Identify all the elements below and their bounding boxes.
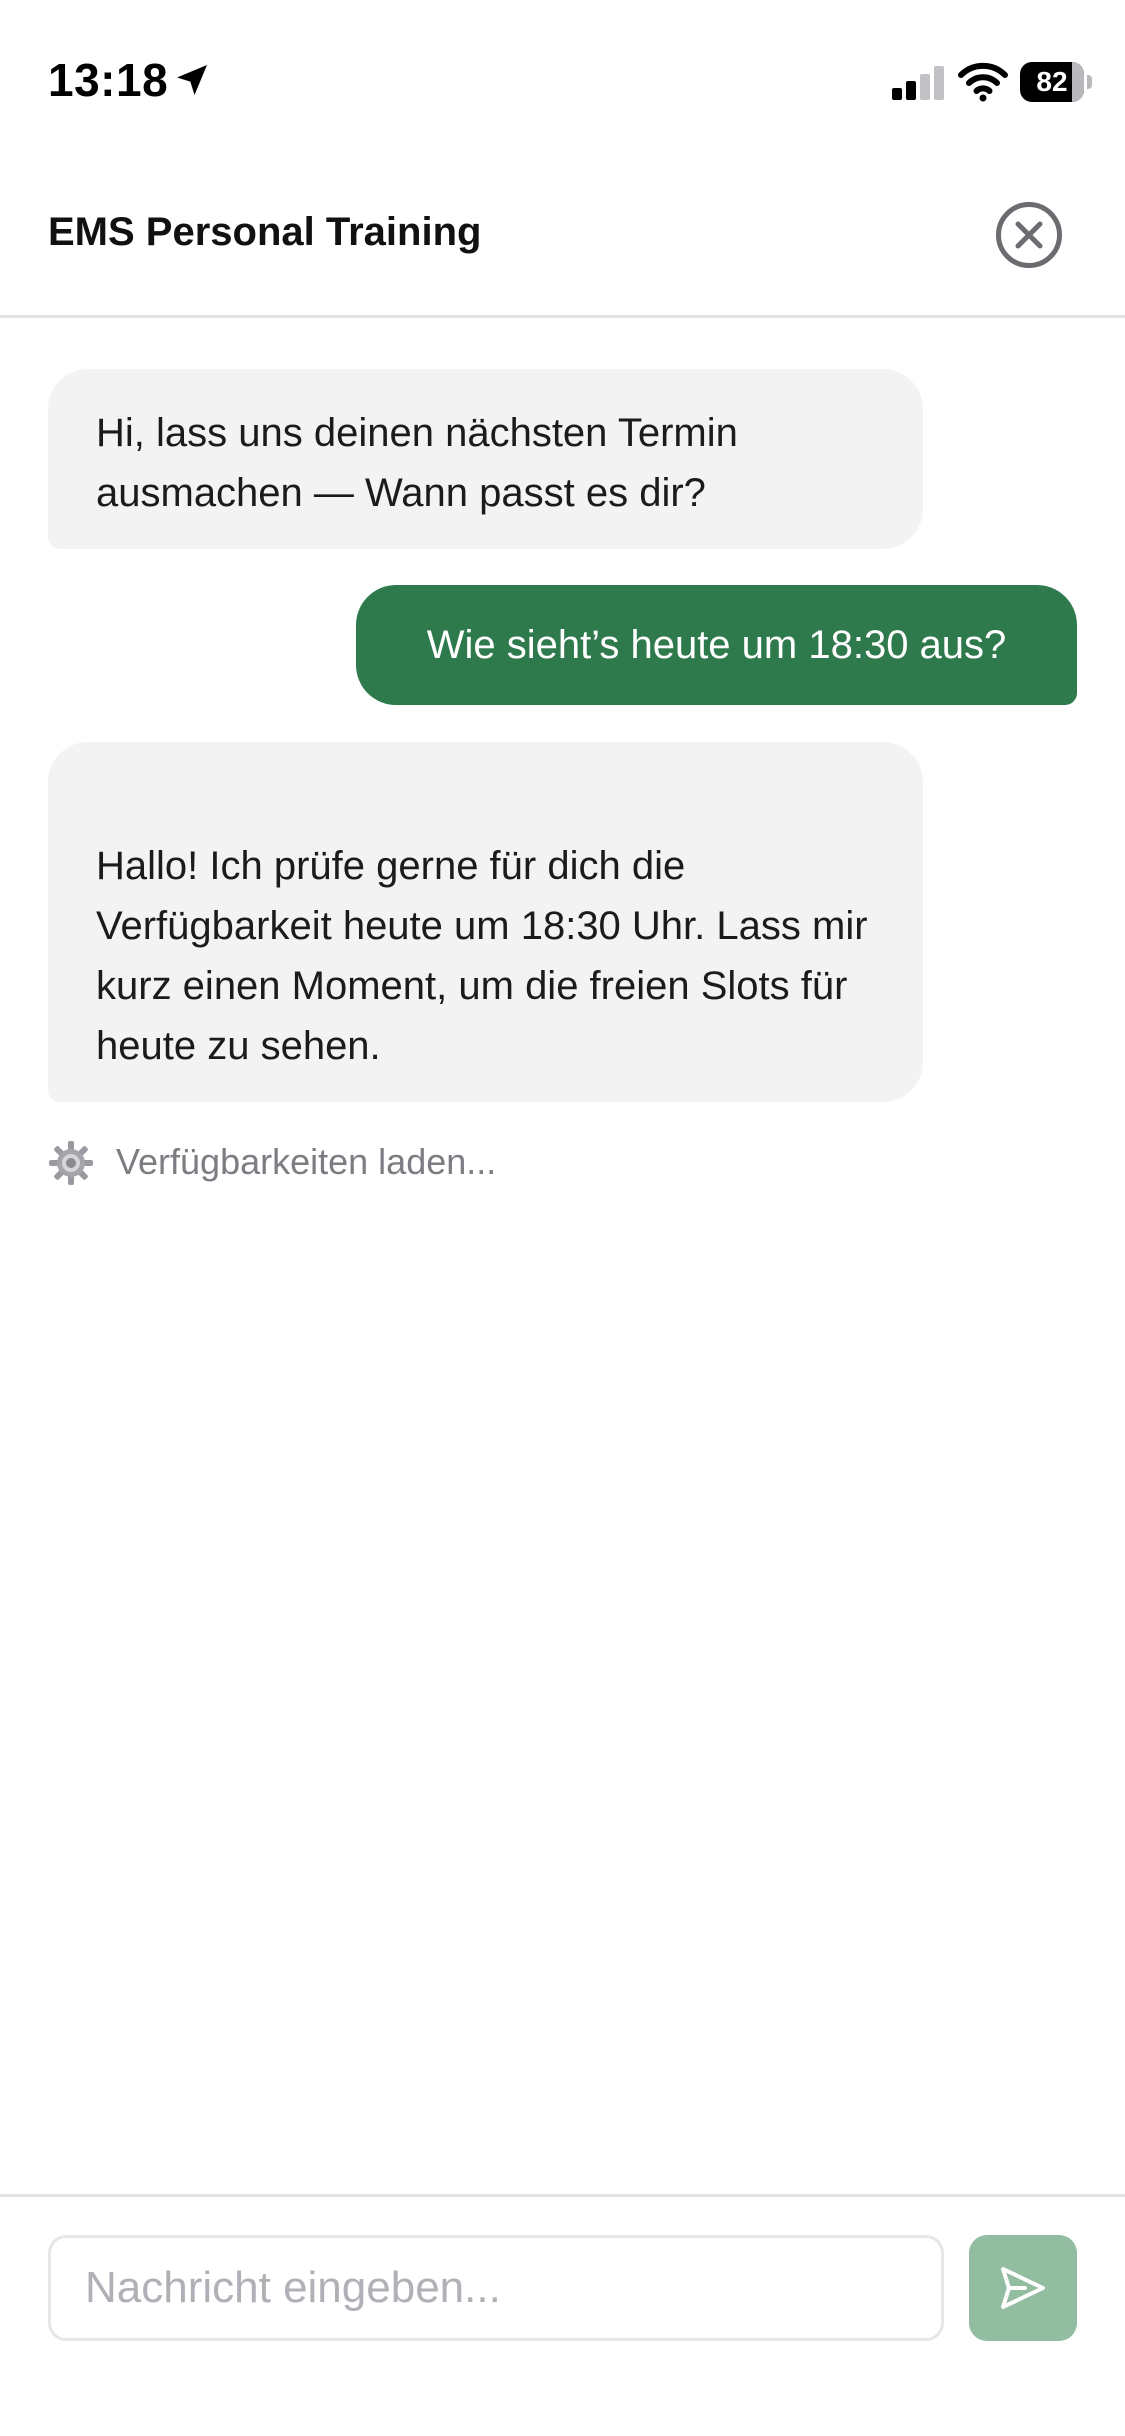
chat-header: EMS Personal Training xyxy=(0,160,1125,318)
close-icon xyxy=(1015,221,1043,249)
send-button[interactable] xyxy=(969,2235,1077,2341)
message-composer xyxy=(0,2194,1125,2436)
wifi-icon xyxy=(958,62,1008,102)
assistant-message: Hallo! Ich prüfe gerne für dich die Verf… xyxy=(48,742,923,1102)
loading-text: Verfügbarkeiten laden... xyxy=(116,1141,497,1182)
battery-tip xyxy=(1087,75,1092,89)
location-arrow-icon xyxy=(177,65,207,95)
gear-icon xyxy=(49,1141,93,1185)
status-bar: 13:18 82 xyxy=(0,0,1125,160)
send-icon xyxy=(1001,2267,1045,2309)
battery-percent: 82 xyxy=(1036,66,1068,97)
message-input[interactable] xyxy=(48,2235,944,2341)
battery-icon: 82 xyxy=(1020,62,1092,102)
battery-body: 82 xyxy=(1020,62,1084,102)
chat-screen: 13:18 82 EMS Personal Training Hi, lass … xyxy=(0,0,1125,2436)
page-title: EMS Personal Training xyxy=(48,210,482,254)
cellular-signal-icon xyxy=(892,66,944,100)
status-time: 13:18 xyxy=(48,54,169,106)
user-message: Wie sieht’s heute um 18:30 aus? xyxy=(356,585,1077,705)
close-button[interactable] xyxy=(996,202,1062,268)
assistant-message: Hi, lass uns deinen nächsten Termin ausm… xyxy=(48,369,923,549)
